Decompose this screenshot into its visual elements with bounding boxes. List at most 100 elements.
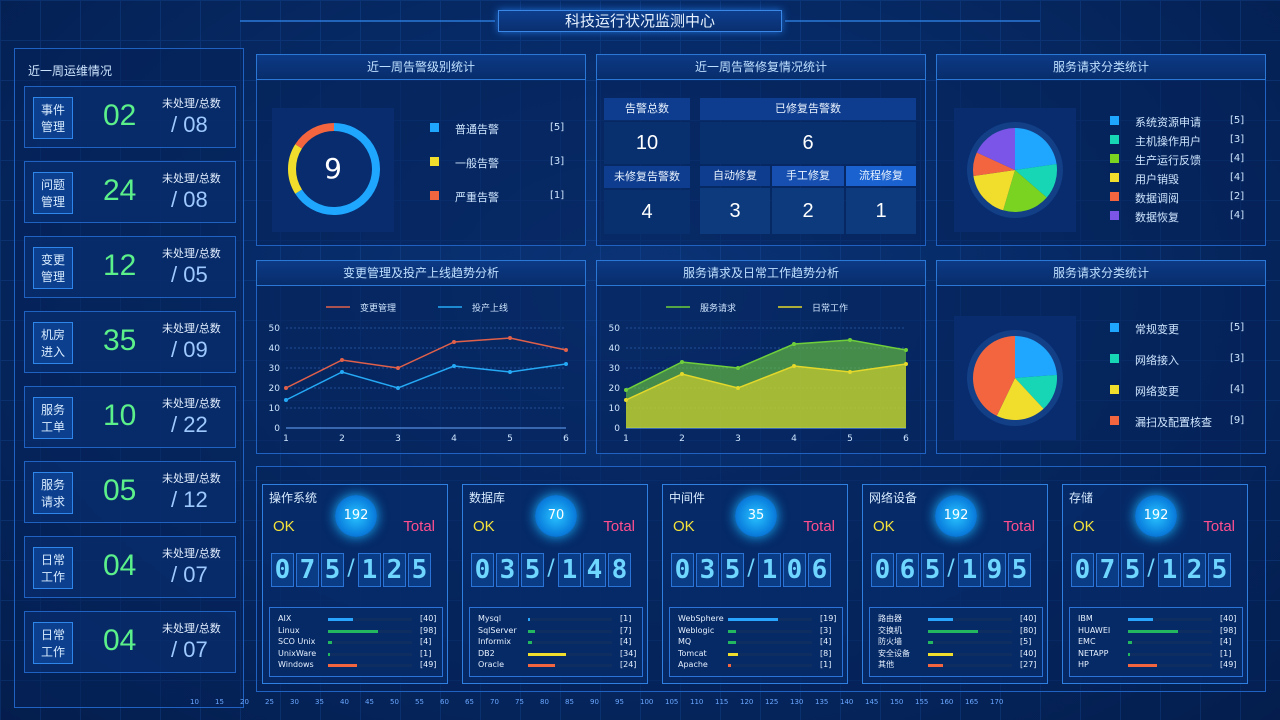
card-item-list: Mysql [1] SqlServer [7] Informix [4] DB2 [34] Or… [469,607,643,677]
card-item-bar [728,664,812,667]
x-tick-label: 4 [791,434,797,444]
card-item-bar [328,629,412,633]
manual-repair-label: 手工修复 [772,166,844,186]
card-item-value: [3] [820,625,832,635]
digit: 6 [808,553,831,587]
ops-item-total: / 09 [171,337,208,362]
ops-item[interactable]: 服务 请求 05 未处理/总数 / 12 [24,461,236,523]
ops-item[interactable]: 日常 工作 04 未处理/总数 / 07 [24,611,236,673]
scale-tick: 165 [965,698,979,706]
alarm-total-value: 10 [604,122,690,164]
scale-tick: 65 [465,698,474,706]
digit: 3 [696,553,719,587]
resource-card[interactable]: 存储 OK 192 Total 0 7 5/1 2 5 IBM [40] HUAWEI [98] EMC[… [1062,484,1248,684]
legend-label: 一般告警 [455,157,499,170]
ops-item-tag: 变更 管理 [33,247,73,289]
card-item-name: Tomcat [678,648,707,658]
card-item-name: NETAPP [1078,648,1109,658]
data-point [284,398,288,402]
digit-separator: / [347,556,355,581]
repaired-label: 已修复告警数 [700,98,916,120]
data-point [396,366,400,370]
ops-item[interactable]: 事件 管理 02 未处理/总数 / 08 [24,86,236,148]
card-item-bar [528,629,612,633]
card-item-bar [528,652,612,656]
scale-tick: 160 [940,698,954,706]
card-title: 存储 [1069,491,1094,505]
x-tick-label: 2 [679,434,685,444]
digit: 2 [383,553,406,587]
legend-swatch [1110,323,1119,332]
legend-swatch [1110,211,1119,220]
title-line-left [240,20,495,22]
card-item-value: [1] [420,648,432,658]
scale-tick: 150 [890,698,904,706]
digit: 0 [271,553,294,587]
resource-card[interactable]: 数据库 OK 70 Total 0 3 5/1 4 8 Mysql [1] SqlServer [7] I… [462,484,648,684]
card-item-bar-fill [928,629,978,633]
scale-tick: 50 [390,698,399,706]
ops-item[interactable]: 服务 工单 10 未处理/总数 / 22 [24,386,236,448]
card-item-bar-fill [928,652,953,656]
data-point [792,364,796,368]
digit: 5 [721,553,744,587]
resource-card[interactable]: 中间件 OK 35 Total 0 3 5/1 0 6 WebSphere [19] Weblogic… [662,484,848,684]
card-item-name: IBM [1078,614,1093,623]
data-point [564,348,568,352]
data-point [284,386,288,390]
y-tick-label: 0 [274,424,280,434]
legend-count: [5] [1230,115,1245,126]
card-item-bar-fill [728,664,731,667]
data-point [736,386,740,390]
card-item-bar [328,641,412,644]
card-item-bar-fill [528,664,555,667]
card-item-bar [328,618,412,621]
ops-item-tag-line2: 管理 [40,120,65,134]
ops-item-tag: 事件 管理 [33,97,73,139]
card-item-name: HUAWEI [1078,625,1111,635]
card-item-value: [5] [1020,637,1032,646]
ops-item[interactable]: 变更 管理 12 未处理/总数 / 05 [24,236,236,298]
card-item-bar-fill [528,629,535,633]
ops-item[interactable]: 日常 工作 04 未处理/总数 / 07 [24,536,236,598]
ops-item-tag-line1: 机房 [40,328,65,342]
card-item-name: Mysql [478,614,502,623]
card-item-bar [928,652,1012,656]
card-item-bar [928,618,1012,621]
title-line-right [785,20,1040,22]
card-count-badge: 70 [535,495,577,537]
legend-label: 漏扫及配置核查 [1135,416,1212,429]
ops-item-tag: 问题 管理 [33,172,73,214]
y-tick-label: 10 [269,404,281,414]
unrepaired-value: 4 [604,190,690,234]
ops-item-total: / 05 [171,262,208,287]
series-line [285,337,567,389]
ops-item[interactable]: 机房 进入 35 未处理/总数 / 09 [24,311,236,373]
change-trend-title: 变更管理及投产上线趋势分析 [256,260,586,286]
resource-card[interactable]: 操作系统 OK 192 Total 0 7 5/1 2 5 AIX [40] Linux [98] SCO… [262,484,448,684]
x-tick-label: 2 [339,434,345,444]
card-item-value: [40] [1020,614,1037,623]
x-tick-label: 1 [283,434,289,444]
card-item-bar-fill [328,652,330,656]
legend-label: 生产运行反馈 [1135,154,1201,167]
y-tick-label: 30 [269,364,281,374]
y-tick-label: 40 [609,344,621,354]
legend-count: [3] [550,156,565,167]
ops-item-tag-line1: 日常 [40,553,65,567]
y-tick-label: 0 [614,424,620,434]
y-tick-label: 40 [269,344,281,354]
resource-card[interactable]: 网络设备 OK 192 Total 0 6 5/1 9 5 路由器 [40] 交换机 [80] 防火墙 [5… [862,484,1048,684]
card-item-bar [328,664,412,667]
scale-tick: 95 [615,698,624,706]
digit: 8 [608,553,631,587]
ops-item[interactable]: 问题 管理 24 未处理/总数 / 08 [24,161,236,223]
digit-separator: / [947,556,955,581]
card-item-value: [1] [1220,648,1232,658]
change-trend-chart: 变更管理 投产上线 0 10 20 30 40 50 1 2 3 4 5 6 [269,302,570,444]
card-item-bar-fill [728,641,736,644]
card-title: 数据库 [469,491,506,505]
ops-item-tag-line1: 变更 [40,253,65,267]
scale-tick: 70 [490,698,499,706]
legend-count: [5] [1230,322,1245,333]
